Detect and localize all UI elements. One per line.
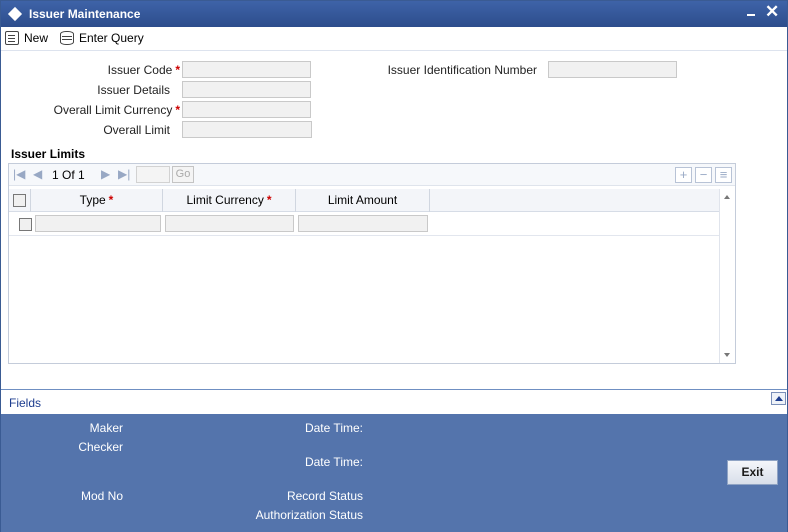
grid-vertical-scrollbar[interactable] [719, 189, 735, 363]
row-select-checkbox[interactable] [19, 218, 32, 231]
mod-no-label: Mod No [80, 489, 123, 503]
collapse-up-icon[interactable] [771, 392, 786, 405]
last-page-icon[interactable]: ▶| [118, 167, 130, 181]
issuer-code-label: Issuer Code * [21, 63, 180, 77]
minimize-icon[interactable] [747, 14, 755, 16]
column-limit-currency-label: Limit Currency [186, 193, 264, 207]
limit-amount-cell-input[interactable] [298, 215, 428, 232]
fields-bar: Fields [1, 389, 787, 414]
exit-button[interactable]: Exit [727, 460, 778, 485]
page-indicator: 1 Of 1 [52, 168, 85, 182]
required-marker: * [175, 63, 180, 77]
enter-query-label: Enter Query [79, 31, 144, 45]
required-marker: * [266, 193, 272, 207]
maker-date-time-label: Date Time: [304, 421, 363, 435]
title-bar: Issuer Maintenance ✕ [1, 1, 787, 27]
issuer-limits-title: Issuer Limits [11, 147, 86, 161]
issuer-code-label-text: Issuer Code [107, 63, 173, 77]
select-all-checkbox[interactable] [13, 194, 26, 207]
column-header-limit-currency[interactable]: Limit Currency * [163, 189, 296, 212]
new-button[interactable]: New [5, 29, 48, 47]
select-all-cell [9, 189, 31, 212]
previous-page-icon[interactable]: ◀ [33, 167, 42, 181]
checker-date-time-label: Date Time: [304, 455, 363, 469]
go-button[interactable]: Go [172, 166, 194, 183]
enter-query-button[interactable]: Enter Query [60, 29, 144, 47]
overall-limit-currency-field[interactable] [182, 101, 311, 118]
overall-limit-currency-label-text: Overall Limit Currency [53, 103, 173, 117]
column-header-type[interactable]: Type * [31, 189, 163, 212]
audit-footer: Maker Checker Mod No Date Time: Date Tim… [1, 414, 787, 532]
add-row-icon[interactable]: + [675, 167, 692, 183]
new-label: New [24, 31, 49, 45]
database-query-icon [60, 31, 74, 45]
type-cell-input[interactable] [35, 215, 161, 232]
overall-limit-field[interactable] [182, 121, 312, 138]
toolbar: New Enter Query [1, 27, 787, 51]
issuer-id-number-label: Issuer Identification Number [387, 63, 537, 77]
column-limit-amount-label: Limit Amount [327, 193, 398, 207]
issuer-code-field[interactable] [182, 61, 311, 78]
first-page-icon[interactable]: |◀ [13, 167, 25, 181]
required-marker: * [108, 193, 114, 207]
required-marker: * [175, 103, 180, 117]
overall-limit-label: Overall Limit [103, 123, 170, 137]
page-number-input[interactable] [136, 166, 170, 183]
grid-header: Type * Limit Currency * Limit Amount [9, 189, 719, 212]
record-status-label: Record Status [286, 489, 363, 503]
window-icon [7, 6, 23, 22]
column-header-limit-amount[interactable]: Limit Amount [296, 189, 430, 212]
grid-pager: |◀ ◀ 1 Of 1 ▶ ▶| Go + − ≡ [9, 164, 735, 186]
issuer-maintenance-window: Issuer Maintenance ✕ New Enter Query Iss… [0, 0, 788, 532]
authorization-status-label: Authorization Status [255, 508, 363, 522]
window-title: Issuer Maintenance [29, 7, 141, 21]
issuer-details-field[interactable] [182, 81, 311, 98]
fields-link[interactable]: Fields [9, 396, 41, 410]
next-page-icon[interactable]: ▶ [101, 167, 110, 181]
delete-row-icon[interactable]: − [695, 167, 712, 183]
column-type-label: Type [79, 193, 106, 207]
limit-currency-cell-input[interactable] [165, 215, 294, 232]
issuer-details-label: Issuer Details [97, 83, 170, 97]
issuer-id-number-field[interactable] [548, 61, 677, 78]
issuer-limits-grid: |◀ ◀ 1 Of 1 ▶ ▶| Go + − ≡ Type * Limit Cu… [8, 163, 736, 364]
scroll-up-icon[interactable] [724, 195, 730, 199]
table-row [9, 212, 719, 236]
new-record-icon [5, 31, 19, 45]
checker-label: Checker [78, 440, 123, 454]
overall-limit-currency-label: Overall Limit Currency * [21, 103, 180, 117]
scroll-down-icon[interactable] [724, 353, 730, 357]
maker-label: Maker [89, 421, 123, 435]
single-view-icon[interactable]: ≡ [715, 167, 732, 183]
close-icon[interactable]: ✕ [765, 3, 779, 21]
